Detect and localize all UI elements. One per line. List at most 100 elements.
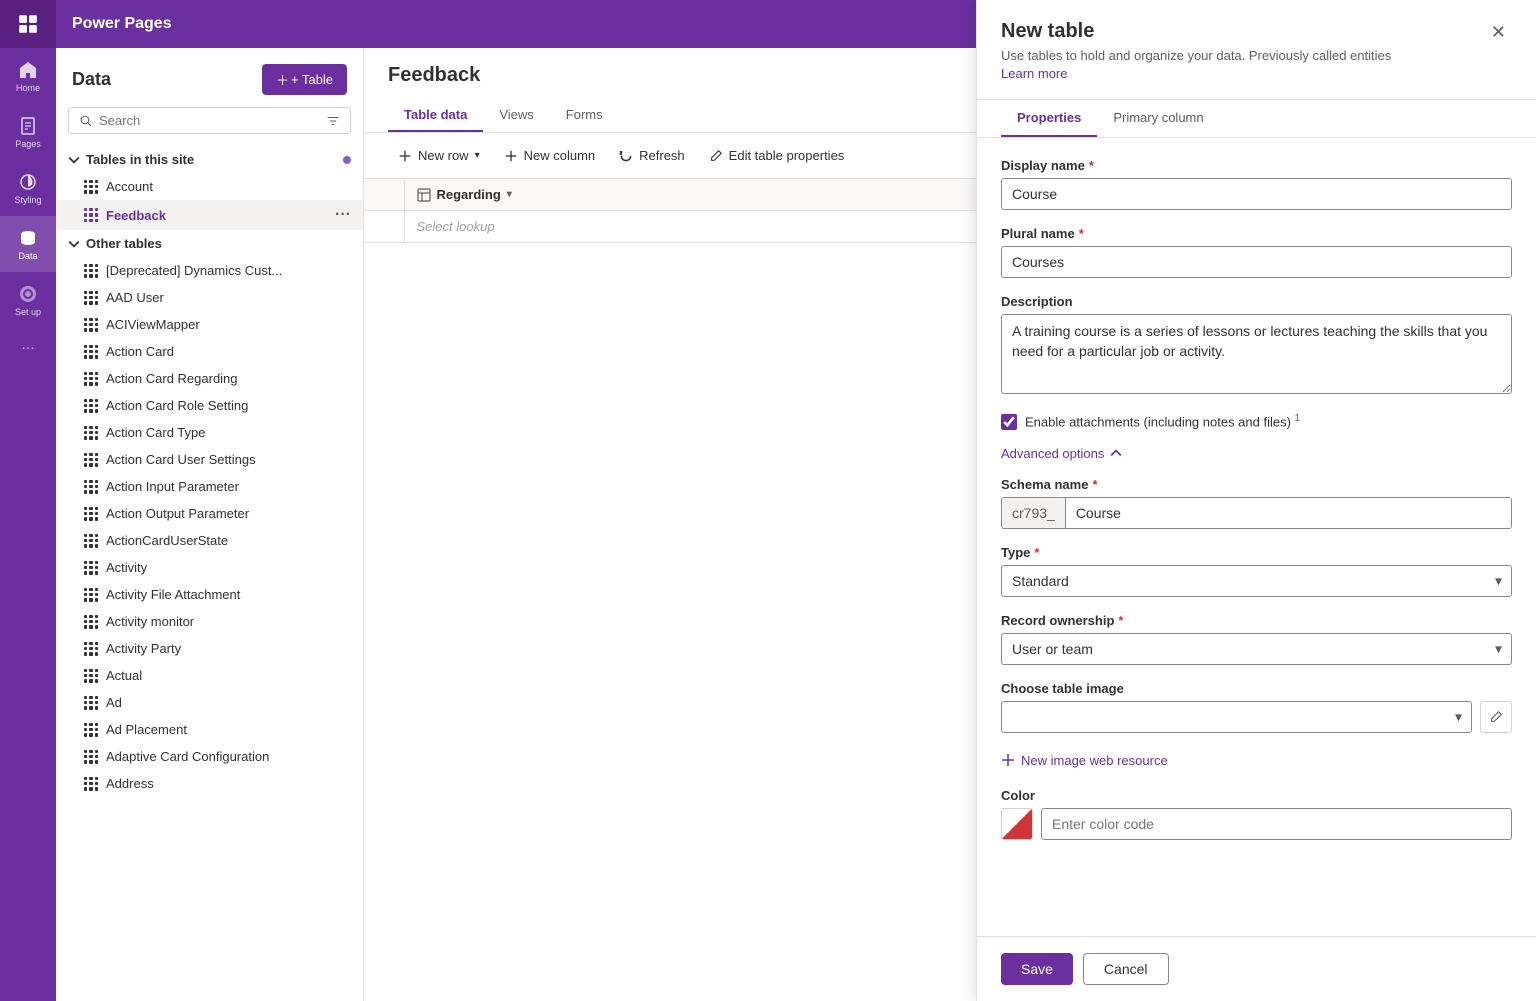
learn-more-link[interactable]: Learn more bbox=[1001, 66, 1067, 81]
type-label: Type * bbox=[1001, 545, 1512, 560]
section-other-tables[interactable]: Other tables bbox=[56, 230, 363, 257]
nav-more[interactable]: ... bbox=[21, 336, 34, 354]
grid-icon bbox=[84, 750, 98, 764]
form-group-table-image: Choose table image ▾ bbox=[1001, 681, 1512, 733]
edit-icon bbox=[709, 149, 723, 163]
description-textarea[interactable]: A training course is a series of lessons… bbox=[1001, 314, 1512, 394]
grid-icon bbox=[84, 561, 98, 575]
section-tables-in-site[interactable]: Tables in this site bbox=[56, 146, 363, 173]
new-column-button[interactable]: New column bbox=[494, 143, 606, 168]
grid-icon bbox=[84, 453, 98, 467]
tab-table-data[interactable]: Table data bbox=[388, 99, 483, 132]
table-item-feedback[interactable]: Feedback ··· bbox=[56, 200, 363, 230]
record-ownership-select[interactable]: User or team Organization bbox=[1001, 633, 1512, 665]
table-header-regarding[interactable]: Regarding ▾ bbox=[404, 179, 1010, 211]
panel-tabs: Properties Primary column bbox=[977, 100, 1536, 138]
description-label: Description bbox=[1001, 294, 1512, 309]
pencil-icon bbox=[1489, 710, 1503, 724]
list-item[interactable]: ActionCardUserState bbox=[56, 527, 363, 554]
nav-setup[interactable]: Set up bbox=[0, 272, 56, 328]
list-item[interactable]: Ad bbox=[56, 689, 363, 716]
search-bar[interactable] bbox=[68, 107, 351, 134]
list-item[interactable]: Action Card Regarding bbox=[56, 365, 363, 392]
section-badge bbox=[343, 156, 351, 164]
tab-forms[interactable]: Forms bbox=[550, 99, 619, 132]
list-item[interactable]: Action Input Parameter bbox=[56, 473, 363, 500]
enable-attachments-label[interactable]: Enable attachments (including notes and … bbox=[1025, 413, 1300, 429]
list-item[interactable]: Address bbox=[56, 770, 363, 797]
list-item[interactable]: Action Card Type bbox=[56, 419, 363, 446]
form-group-display-name: Display name * bbox=[1001, 158, 1512, 210]
table-image-select[interactable] bbox=[1001, 701, 1472, 733]
grid-icon bbox=[84, 534, 98, 548]
enable-attachments-checkbox[interactable] bbox=[1001, 414, 1017, 430]
schema-prefix: cr793_ bbox=[1002, 498, 1066, 528]
list-item[interactable]: Action Card User Settings bbox=[56, 446, 363, 473]
list-item[interactable]: Action Card Role Setting bbox=[56, 392, 363, 419]
refresh-button[interactable]: Refresh bbox=[609, 143, 695, 168]
panel-subtitle: Use tables to hold and organize your dat… bbox=[1001, 47, 1421, 83]
edit-image-button[interactable] bbox=[1480, 701, 1512, 733]
record-ownership-label: Record ownership * bbox=[1001, 613, 1512, 628]
plural-name-input[interactable] bbox=[1001, 246, 1512, 278]
add-table-button[interactable]: ＋ + Table bbox=[262, 64, 347, 95]
list-item[interactable]: Adaptive Card Configuration bbox=[56, 743, 363, 770]
panel-tab-properties[interactable]: Properties bbox=[1001, 100, 1097, 137]
list-item[interactable]: Action Output Parameter bbox=[56, 500, 363, 527]
list-item[interactable]: Ad Placement bbox=[56, 716, 363, 743]
list-item[interactable]: Actual bbox=[56, 662, 363, 689]
record-ownership-select-wrapper: User or team Organization ▾ bbox=[1001, 633, 1512, 665]
color-input[interactable] bbox=[1041, 808, 1512, 840]
nav-home[interactable]: Home bbox=[0, 48, 56, 104]
type-select[interactable]: Standard Activity Virtual bbox=[1001, 565, 1512, 597]
save-button[interactable]: Save bbox=[1001, 953, 1073, 985]
nav-pages[interactable]: Pages bbox=[0, 104, 56, 160]
grid-icon bbox=[84, 426, 98, 440]
display-name-label: Display name * bbox=[1001, 158, 1512, 173]
grid-icon bbox=[84, 480, 98, 494]
plus-icon bbox=[398, 149, 412, 163]
list-item[interactable]: Activity Party bbox=[56, 635, 363, 662]
schema-name-input[interactable] bbox=[1066, 498, 1511, 528]
nav-styling[interactable]: Styling bbox=[0, 160, 56, 216]
table-item-account[interactable]: Account bbox=[56, 173, 363, 200]
schema-input-group: cr793_ bbox=[1001, 497, 1512, 529]
new-image-resource-button[interactable]: New image web resource bbox=[1001, 749, 1168, 772]
search-icon bbox=[79, 114, 93, 128]
panel-tab-primary-column[interactable]: Primary column bbox=[1097, 100, 1219, 137]
advanced-options-toggle[interactable]: Advanced options bbox=[1001, 446, 1512, 461]
chevron-down-icon bbox=[68, 154, 80, 166]
panel-body: Display name * Plural name * Description… bbox=[977, 138, 1536, 936]
tab-views[interactable]: Views bbox=[483, 99, 549, 132]
chevron-down-icon bbox=[68, 238, 80, 250]
color-row bbox=[1001, 808, 1512, 840]
color-swatch[interactable] bbox=[1001, 808, 1033, 840]
plus-icon bbox=[1001, 753, 1015, 767]
panel-footer: Save Cancel bbox=[977, 936, 1536, 1001]
plus-icon bbox=[504, 149, 518, 163]
list-item[interactable]: Action Card bbox=[56, 338, 363, 365]
new-row-chevron: ▾ bbox=[475, 150, 480, 161]
list-item[interactable]: Activity bbox=[56, 554, 363, 581]
refresh-icon bbox=[619, 149, 633, 163]
sidebar: Data ＋ + Table Tables in this site bbox=[56, 48, 364, 1001]
grid-icon bbox=[84, 180, 98, 194]
list-item[interactable]: ACIViewMapper bbox=[56, 311, 363, 338]
nav-data[interactable]: Data bbox=[0, 216, 56, 272]
list-item[interactable]: [Deprecated] Dynamics Cust... bbox=[56, 257, 363, 284]
new-row-button[interactable]: New row ▾ bbox=[388, 143, 490, 168]
close-panel-button[interactable]: ✕ bbox=[1485, 20, 1512, 45]
cancel-button[interactable]: Cancel bbox=[1083, 953, 1169, 985]
display-name-input[interactable] bbox=[1001, 178, 1512, 210]
row-cell-regarding[interactable]: Select lookup bbox=[404, 211, 1010, 243]
search-input[interactable] bbox=[99, 113, 320, 128]
list-item[interactable]: Activity File Attachment bbox=[56, 581, 363, 608]
list-item[interactable]: Activity monitor bbox=[56, 608, 363, 635]
sidebar-content: Tables in this site Account Feedback ··· bbox=[56, 146, 363, 1001]
enable-attachments-row: Enable attachments (including notes and … bbox=[1001, 413, 1512, 429]
table-more-button[interactable]: ··· bbox=[335, 206, 351, 224]
list-item[interactable]: AAD User bbox=[56, 284, 363, 311]
filter-icon[interactable] bbox=[326, 114, 340, 128]
grid-icon bbox=[84, 723, 98, 737]
edit-table-button[interactable]: Edit table properties bbox=[699, 143, 855, 168]
